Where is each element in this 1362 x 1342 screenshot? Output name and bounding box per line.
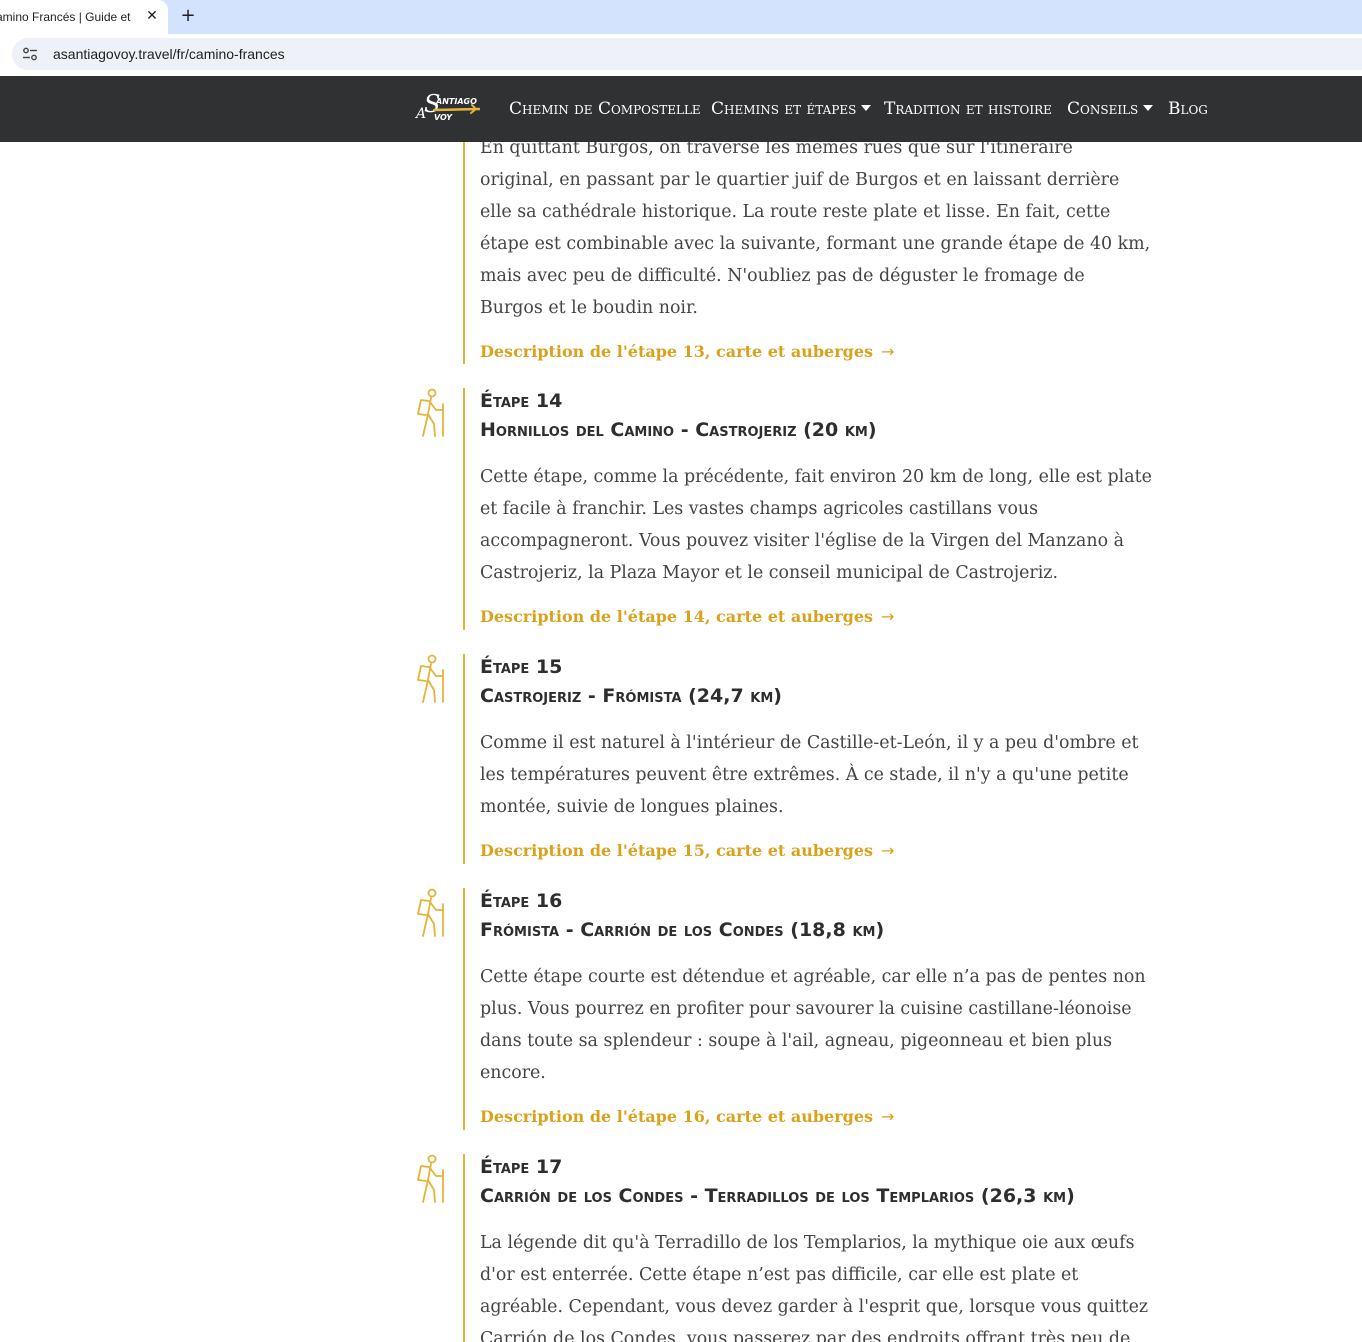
stage-link-label: Description de l'étape 15, carte et aube…: [480, 841, 874, 860]
stage-description: Cette étape, comme la précédente, fait e…: [480, 467, 1152, 583]
stage-divider: [463, 888, 465, 1130]
nav-tradition-et-histoire[interactable]: Tradition et histoire: [884, 96, 1052, 122]
omnibox[interactable]: asantiagovoy.travel/fr/camino-frances: [12, 38, 1362, 70]
chevron-down-icon: [1143, 105, 1154, 111]
hiker-icon: [417, 888, 444, 937]
stage-link[interactable]: Description de l'étape 13, carte et aube…: [480, 342, 894, 361]
nav-blog-label: Blog: [1168, 99, 1208, 119]
nav-chemin-de-compostelle-label: Chemin de Compostelle: [509, 99, 701, 119]
nav-conseils-label: Conseils: [1067, 99, 1139, 119]
stage-divider: [463, 142, 465, 364]
browser-address-bar: asantiagovoy.travel/fr/camino-frances: [0, 34, 1362, 76]
stage-label: Étape 15: [480, 656, 563, 678]
chevron-down-icon: [861, 105, 872, 111]
stage-label: Étape 16: [480, 890, 563, 912]
stage-label: Étape 14: [480, 390, 563, 412]
stage-description: Comme il est naturel à l'intérieur de Ca…: [480, 733, 1139, 817]
stage-divider: [463, 388, 465, 630]
hiker-icon: [417, 388, 444, 437]
nav-chemin-de-compostelle[interactable]: Chemin de Compostelle: [509, 96, 701, 122]
arrow-right-icon: →: [881, 342, 895, 361]
browser-tab-active[interactable]: amino Francés | Guide et é ✕: [0, 0, 168, 34]
nav-chemins-et-etapes-label: Chemins et étapes: [711, 99, 857, 119]
browser-tab-bar: amino Francés | Guide et é ✕ +: [0, 0, 1362, 34]
stage-description: Cette étape courte est détendue et agréa…: [480, 967, 1146, 1083]
site-info-icon[interactable]: [22, 46, 38, 62]
hiker-icon: [417, 654, 444, 703]
stage-title: Hornillos del Camino - Castrojeriz (20 k…: [480, 419, 877, 441]
hiker-icon: [417, 1154, 444, 1203]
svg-text:VOY: VOY: [434, 113, 453, 122]
arrow-right-icon: →: [881, 1107, 895, 1126]
svg-text:ANTIAGO: ANTIAGO: [435, 97, 477, 106]
stage-divider: [463, 1154, 465, 1342]
stage-link[interactable]: Description de l'étape 14, carte et aube…: [480, 607, 894, 626]
nav-chemins-et-etapes[interactable]: Chemins et étapes: [711, 96, 872, 122]
stage-divider: [463, 654, 465, 864]
stage-link-label: Description de l'étape 13, carte et aube…: [480, 342, 874, 361]
stage-title: Frómista - Carrión de los Condes (18,8 k…: [480, 919, 885, 941]
nav-blog[interactable]: Blog: [1168, 96, 1208, 122]
stage-link[interactable]: Description de l'étape 16, carte et aube…: [480, 1107, 894, 1126]
stage-title: Carrión de los Condes - Terradillos de l…: [480, 1185, 1075, 1207]
stage-title: Castrojeriz - Frómista (24,7 km): [480, 685, 782, 707]
nav-conseils[interactable]: Conseils: [1067, 96, 1154, 122]
stage-link[interactable]: Description de l'étape 15, carte et aube…: [480, 841, 894, 860]
nav-tradition-et-histoire-label: Tradition et histoire: [884, 99, 1052, 119]
arrow-right-icon: →: [881, 841, 895, 860]
tab-close-icon[interactable]: ✕: [144, 8, 160, 24]
stage-link-label: Description de l'étape 16, carte et aube…: [480, 1107, 874, 1126]
stage-label: Étape 17: [480, 1156, 563, 1178]
stage-list: En quittant Burgos, on traverse les même…: [0, 142, 1362, 1342]
stage-description: La légende dit qu'à Terradillo de los Te…: [480, 1233, 1149, 1342]
site-navbar: A S ANTIAGO VOY Chemin de Compostelle Ch…: [0, 76, 1362, 142]
stage-description: En quittant Burgos, on traverse les même…: [480, 142, 1151, 318]
stage-link-label: Description de l'étape 14, carte et aube…: [480, 607, 874, 626]
site-logo[interactable]: A S ANTIAGO VOY: [414, 88, 486, 130]
tab-title: amino Francés | Guide et é: [0, 10, 134, 24]
arrow-right-icon: →: [881, 607, 895, 626]
url-text[interactable]: asantiagovoy.travel/fr/camino-frances: [53, 38, 285, 70]
new-tab-icon[interactable]: +: [178, 6, 198, 26]
